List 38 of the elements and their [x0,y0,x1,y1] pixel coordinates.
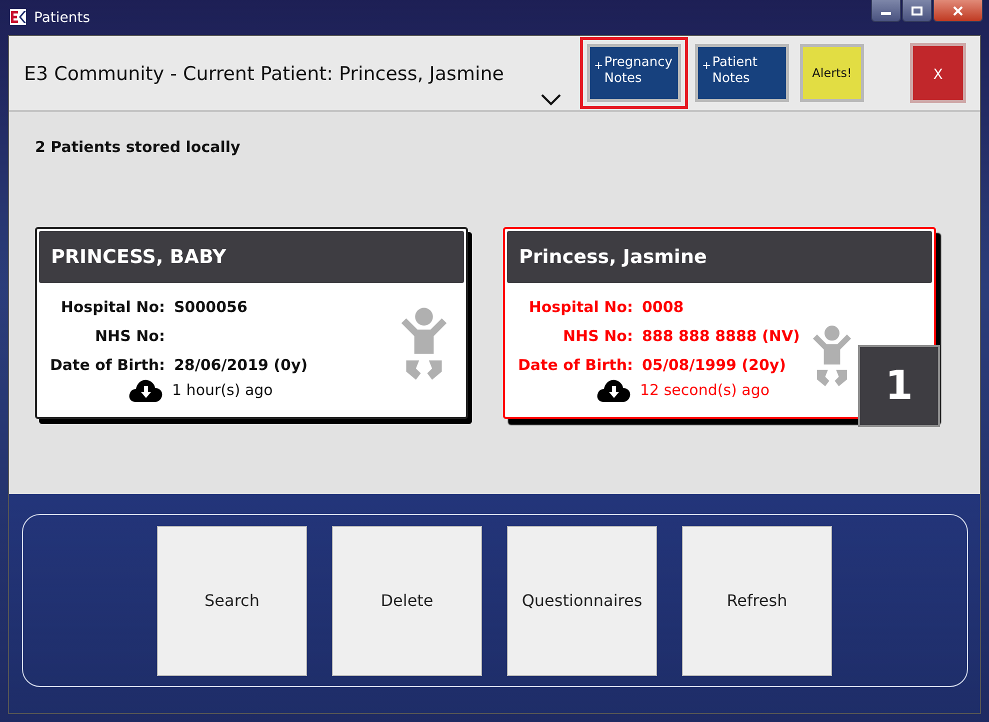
field-value: 888 888 8888 (NV) [642,326,800,344]
cloud-download-icon [128,377,164,403]
minimize-button[interactable] [871,0,901,22]
action-button[interactable]: Search [157,526,307,676]
current-patient-title: E3 Community - Current Patient: Princess, Jasmine [24,63,505,85]
field-label: Hospital No: [528,298,633,316]
field-label: Hospital No: [60,298,165,316]
patients-count: 2 Patients stored locally [35,138,242,156]
app-logo-icon [10,9,26,25]
action-button[interactable]: Questionnaires [507,526,657,676]
sync-time: 1 hour(s) ago [172,381,273,399]
field-label: NHS No: [562,326,633,344]
maximize-icon [911,6,923,16]
field-value: 0008 [642,298,684,316]
close-icon [952,6,964,16]
sync-time: 12 second(s) ago [640,381,770,399]
patient-name: PRINCESS, BABY [51,246,226,268]
close-button[interactable] [933,0,983,22]
close-patient-button[interactable]: X [910,43,966,103]
field-label: NHS No: [94,326,165,344]
baby-icon [810,325,854,389]
cloud-download-icon [596,377,632,403]
field-label: Date of Birth: [48,356,165,374]
notes-button[interactable]: +Patient Notes [695,44,789,102]
maximize-button[interactable] [902,0,932,22]
field-value: 28/06/2019 (0y) [174,356,308,374]
alerts-button[interactable]: Alerts! [800,44,864,102]
field-label: Date of Birth: [516,356,633,374]
field-value: 05/08/1999 (20y) [642,356,786,374]
field-value: S000056 [174,298,248,316]
chevron-down-icon[interactable] [540,94,562,106]
minimize-icon [881,12,891,15]
window-title: Patients [34,9,90,27]
count-badge: 1 [858,345,940,427]
notes-button[interactable]: +Pregnancy Notes [587,44,681,102]
action-button[interactable]: Delete [332,526,482,676]
action-button[interactable]: Refresh [682,526,832,676]
patient-name: Princess, Jasmine [519,246,707,268]
